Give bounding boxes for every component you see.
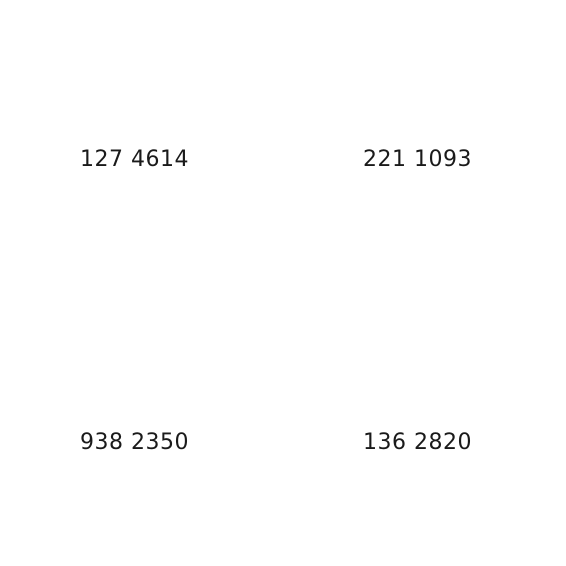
number-grid: 127 4614 221 1093 938 2350 136 2820: [0, 0, 566, 566]
number-text: 127 4614: [80, 147, 189, 172]
number-text: 221 1093: [363, 147, 472, 172]
number-text: 938 2350: [80, 430, 189, 455]
number-text: 136 2820: [363, 430, 472, 455]
